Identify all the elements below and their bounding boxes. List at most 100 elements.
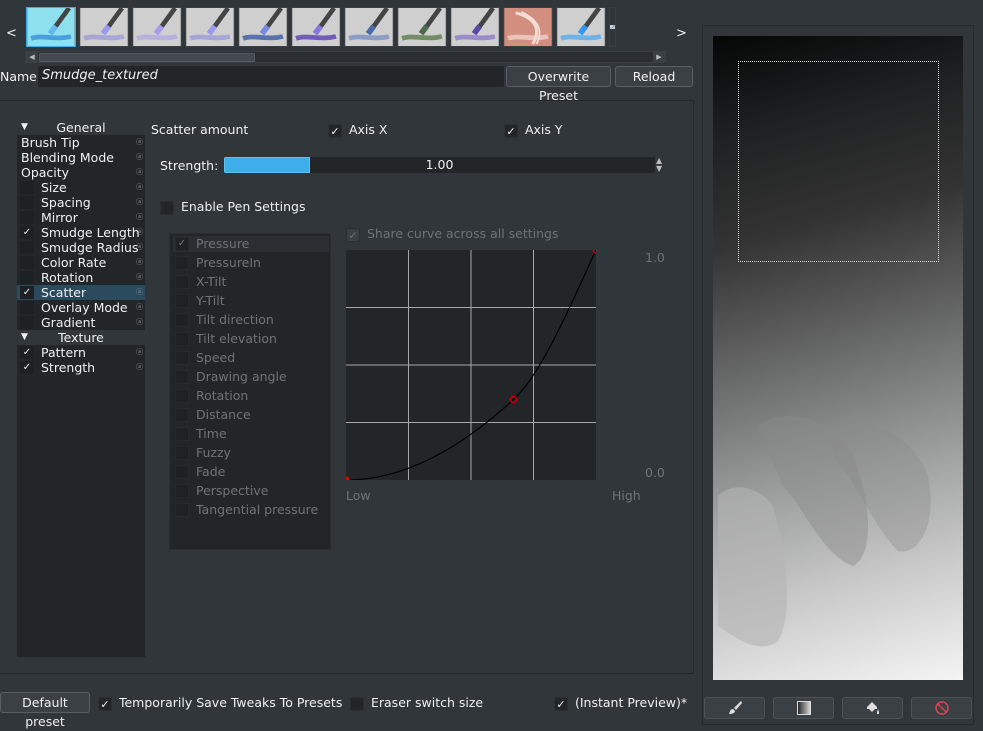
tree-item[interactable]: Mirror ⓐ (17, 210, 145, 225)
tree-item[interactable]: ✓ Strength ⓐ (17, 360, 145, 375)
sensor-checkbox[interactable] (175, 275, 189, 289)
sensor-checkbox[interactable] (175, 503, 189, 517)
preset-thumbnail[interactable] (397, 7, 447, 47)
eraser-switch-checkbox[interactable] (350, 696, 364, 711)
option-checkbox[interactable]: ✓ (20, 286, 34, 299)
scroll-right-icon[interactable]: ▶ (653, 52, 665, 62)
lock-icon[interactable]: ⓐ (136, 300, 143, 315)
option-checkbox[interactable]: ✓ (20, 361, 34, 374)
tree-item[interactable]: Gradient ⓐ (17, 315, 145, 330)
gradient-button[interactable] (773, 697, 834, 719)
lock-icon[interactable]: ⓐ (136, 210, 143, 225)
sensor-checkbox[interactable] (175, 370, 189, 384)
preset-thumbnail[interactable] (609, 7, 616, 47)
option-checkbox[interactable] (20, 241, 34, 254)
preset-thumbnail[interactable] (132, 7, 182, 47)
option-checkbox[interactable] (20, 196, 34, 209)
enable-pen-settings-toggle[interactable]: Enable Pen Settings (160, 199, 305, 215)
sensor-checkbox[interactable] (175, 351, 189, 365)
tree-item[interactable]: Overlay Mode ⓐ (17, 300, 145, 315)
lock-icon[interactable]: ⓐ (136, 315, 143, 330)
option-checkbox[interactable]: ✓ (20, 226, 34, 239)
sensor-checkbox[interactable] (175, 294, 189, 308)
sensor-item[interactable]: Speed (173, 350, 329, 366)
sensor-item[interactable]: Tilt elevation (173, 331, 329, 347)
preset-thumbnail[interactable] (450, 7, 500, 47)
axis-y-checkbox[interactable]: ✓ (504, 123, 518, 138)
clear-button[interactable] (911, 697, 972, 719)
reload-button[interactable]: Reload (615, 66, 693, 87)
paint-button[interactable] (704, 697, 765, 719)
option-checkbox[interactable] (20, 181, 34, 194)
share-curve-checkbox[interactable]: ✓ (346, 227, 360, 242)
axis-x-toggle[interactable]: ✓ Axis X (328, 122, 387, 138)
tree-item[interactable]: ✓ Scatter ⓐ (17, 285, 145, 300)
scrollbar-handle[interactable] (39, 53, 255, 62)
sensor-checkbox[interactable] (175, 256, 189, 270)
lock-icon[interactable]: ⓐ (136, 150, 143, 165)
lock-icon[interactable]: ⓐ (136, 180, 143, 195)
preset-name-input[interactable]: Smudge_textured (38, 66, 504, 87)
tree-item[interactable]: ✓ Smudge Length ⓐ (17, 225, 145, 240)
lock-icon[interactable]: ⓐ (136, 225, 143, 240)
option-checkbox[interactable] (20, 316, 34, 329)
sensor-item[interactable]: X-Tilt (173, 274, 329, 290)
axis-x-checkbox[interactable]: ✓ (328, 123, 342, 138)
sensor-item[interactable]: Y-Tilt (173, 293, 329, 309)
fill-button[interactable] (842, 697, 903, 719)
share-curve-toggle[interactable]: ✓ Share curve across all settings (346, 226, 559, 242)
lock-icon[interactable]: ⓐ (136, 345, 143, 360)
enable-pen-settings-checkbox[interactable] (160, 200, 174, 215)
option-checkbox[interactable] (20, 301, 34, 314)
sensor-item[interactable]: Drawing angle (173, 369, 329, 385)
sensor-item[interactable]: Tilt direction (173, 312, 329, 328)
overwrite-preset-button[interactable]: Overwrite Preset (506, 66, 611, 103)
preset-thumbnail[interactable] (238, 7, 288, 47)
tree-item[interactable]: ✓ Pattern ⓐ (17, 345, 145, 360)
tree-item[interactable]: Smudge Radius ⓐ (17, 240, 145, 255)
sensor-item[interactable]: Fuzzy (173, 445, 329, 461)
option-checkbox[interactable] (20, 271, 34, 284)
tree-group-header[interactable]: ▼ General (17, 120, 145, 135)
preset-thumbnail[interactable] (291, 7, 341, 47)
preset-strip-next-button[interactable]: > (676, 26, 687, 41)
scratchpad-canvas[interactable] (713, 36, 963, 680)
axis-y-toggle[interactable]: ✓ Axis Y (504, 122, 563, 138)
sensor-item[interactable]: Fade (173, 464, 329, 480)
lock-icon[interactable]: ⓐ (136, 135, 143, 150)
preset-thumbnail[interactable] (26, 7, 76, 47)
tree-item[interactable]: Color Rate ⓐ (17, 255, 145, 270)
tree-item[interactable]: Blending Mode ⓐ (17, 150, 145, 165)
sensor-item[interactable]: Perspective (173, 483, 329, 499)
option-checkbox[interactable]: ✓ (20, 346, 34, 359)
preset-thumbnail[interactable] (79, 7, 129, 47)
sensor-item[interactable]: Tangential pressure (173, 502, 329, 518)
collapse-triangle-icon[interactable]: ▼ (21, 120, 28, 135)
lock-icon[interactable]: ⓐ (136, 255, 143, 270)
tree-group-header[interactable]: ▼ Texture (17, 330, 145, 345)
collapse-triangle-icon[interactable]: ▼ (21, 330, 28, 345)
sensor-checkbox[interactable] (175, 465, 189, 479)
lock-icon[interactable]: ⓐ (136, 195, 143, 210)
scroll-left-icon[interactable]: ◀ (26, 52, 38, 62)
preset-thumbnail[interactable] (344, 7, 394, 47)
strength-spin-arrows[interactable]: ▲ ▼ (656, 157, 662, 173)
temp-save-checkbox[interactable]: ✓ (98, 696, 112, 711)
sensor-checkbox[interactable] (175, 484, 189, 498)
tree-item[interactable]: Brush Tip ⓐ (17, 135, 145, 150)
sensor-checkbox[interactable] (175, 332, 189, 346)
sensor-curve-editor[interactable] (346, 250, 596, 480)
sensor-item[interactable]: Rotation (173, 388, 329, 404)
lock-icon[interactable]: ⓐ (136, 240, 143, 255)
sensor-checkbox[interactable] (175, 389, 189, 403)
lock-icon[interactable]: ⓐ (136, 360, 143, 375)
instant-preview-toggle[interactable]: ✓ (Instant Preview)* (554, 695, 687, 711)
sensor-checkbox[interactable]: ✓ (175, 237, 189, 251)
sensor-checkbox[interactable] (175, 408, 189, 422)
sensor-checkbox[interactable] (175, 313, 189, 327)
sensor-item[interactable]: ✓ Pressure (173, 236, 329, 252)
sensor-item[interactable]: Distance (173, 407, 329, 423)
preset-strip-prev-button[interactable]: < (6, 26, 17, 41)
lock-icon[interactable]: ⓐ (136, 270, 143, 285)
lock-icon[interactable]: ⓐ (136, 285, 143, 300)
